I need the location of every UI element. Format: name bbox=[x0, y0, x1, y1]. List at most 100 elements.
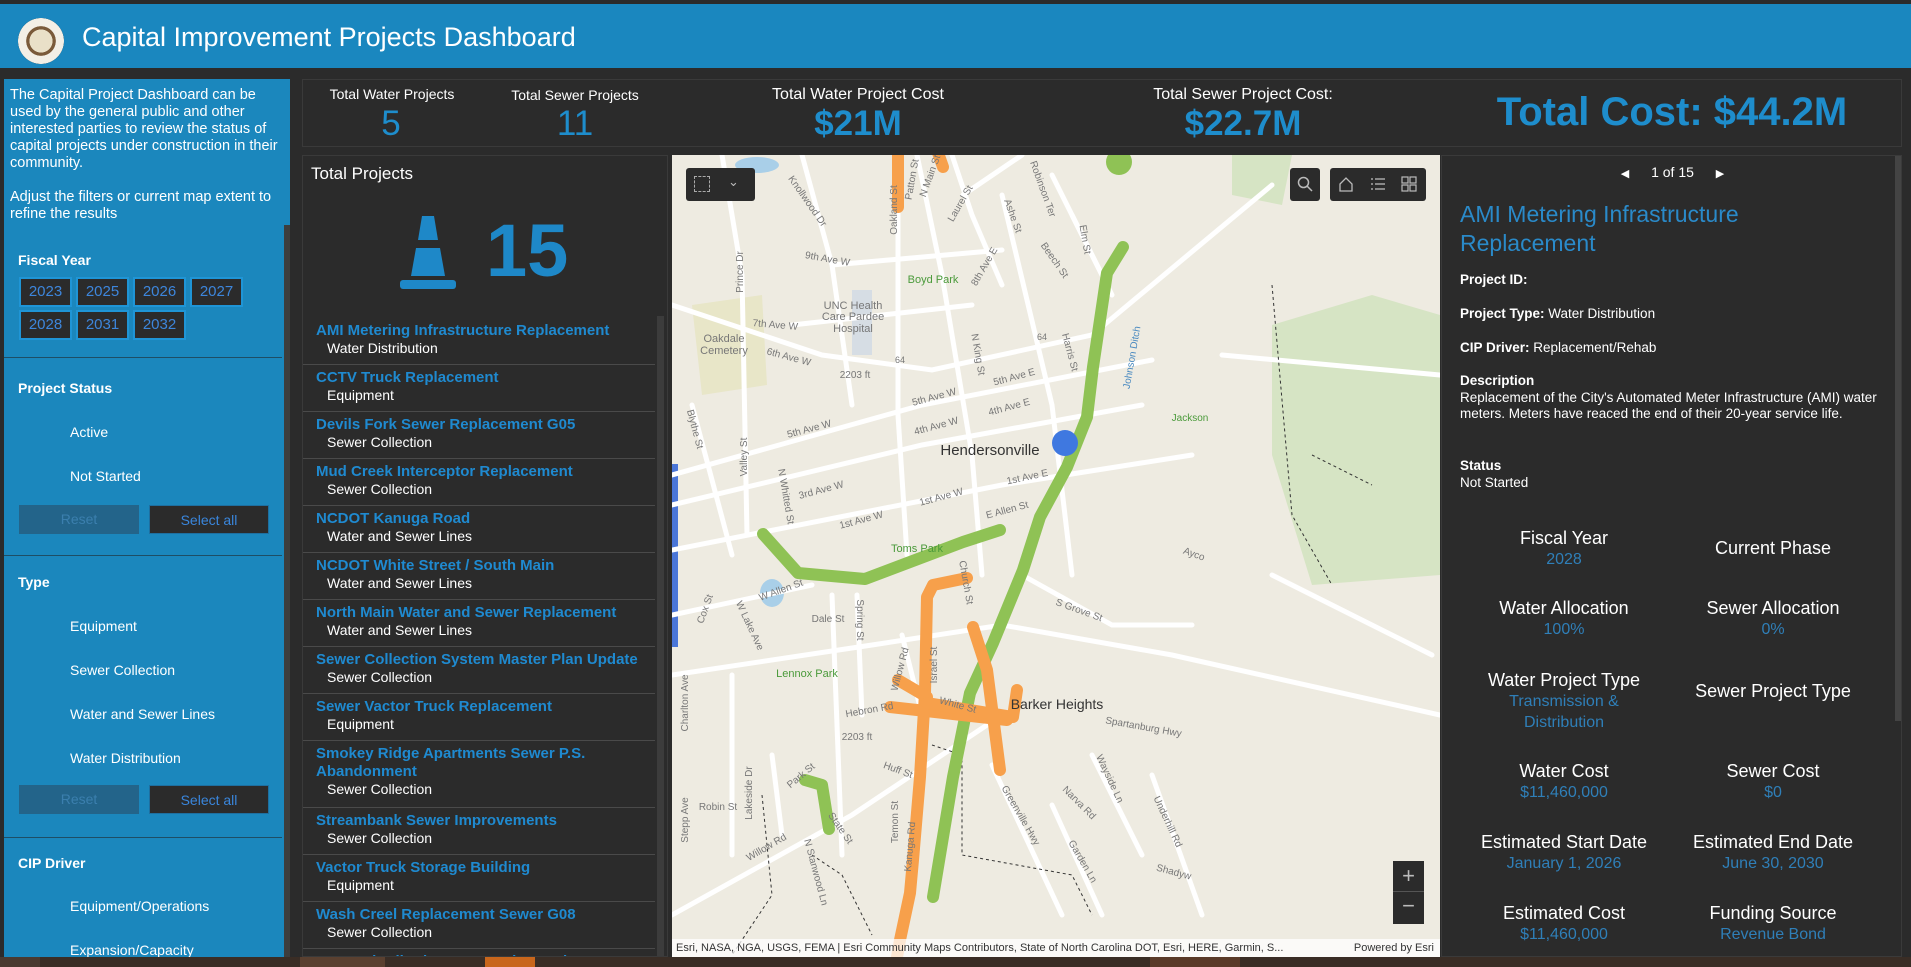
project-list-panel: Total Projects 15 AMI Metering Infrastru… bbox=[302, 155, 668, 957]
project-list-item[interactable]: CCTV Truck Replacement Equipment bbox=[303, 365, 655, 412]
fiscal-year-2023[interactable]: 2023 bbox=[19, 277, 72, 307]
map-label: Hendersonville bbox=[940, 442, 1039, 459]
status-option-active[interactable]: Active bbox=[70, 424, 108, 440]
map-label: Valley St bbox=[739, 437, 750, 476]
project-type: Sewer Collection bbox=[327, 481, 433, 497]
project-list-item[interactable]: North Main Water and Sewer Replacement Wa… bbox=[303, 600, 655, 647]
status-reset-button[interactable]: Reset bbox=[19, 505, 139, 534]
fiscal-year-2027[interactable]: 2027 bbox=[190, 277, 243, 307]
project-type-field: Project Type: Water Distribution bbox=[1460, 306, 1890, 323]
lake bbox=[672, 464, 678, 647]
project-name: Sewer Vactor Truck Replacement bbox=[316, 698, 552, 715]
status-select-all-button[interactable]: Select all bbox=[149, 505, 269, 534]
list-scrollbar[interactable] bbox=[657, 316, 664, 956]
field-label: Fiscal Year bbox=[1519, 528, 1609, 548]
fiscal-year-2026[interactable]: 2026 bbox=[133, 277, 186, 307]
map-label: Toms Park bbox=[891, 543, 943, 555]
project-list-item[interactable]: AMI Metering Infrastructure Replacement W… bbox=[303, 318, 655, 365]
map-label: Oakland St bbox=[889, 185, 900, 235]
zoom-out-button[interactable]: − bbox=[1393, 892, 1424, 923]
detail-scrollbar[interactable] bbox=[1895, 156, 1901, 721]
chevron-down-icon[interactable]: ⌄ bbox=[728, 174, 739, 190]
sidebar-scrollbar[interactable] bbox=[284, 225, 290, 957]
field-label: Estimated Cost bbox=[1502, 903, 1626, 923]
fiscal-year-2025[interactable]: 2025 bbox=[76, 277, 129, 307]
map-label: Temon St bbox=[890, 801, 901, 843]
status-label: Status bbox=[1460, 458, 1502, 473]
status-value: Not Started bbox=[1460, 474, 1529, 490]
cip-driver-field: CIP Driver: Replacement/Rehab bbox=[1460, 340, 1890, 357]
field-label: Estimated End Date bbox=[1692, 832, 1854, 852]
status-field: Status Not Started bbox=[1460, 458, 1890, 491]
project-list-item[interactable]: Smokey Ridge Apartments Sewer P.S. Aband… bbox=[303, 741, 655, 808]
zoom-in-button[interactable]: + bbox=[1393, 861, 1424, 892]
fiscal-year-2031[interactable]: 2031 bbox=[76, 310, 129, 340]
project-name: Vactor Truck Storage Building bbox=[316, 859, 531, 876]
select-tool-widget[interactable]: ⌄ bbox=[686, 168, 755, 201]
water-projects-value: 5 bbox=[381, 104, 401, 143]
project-type: Equipment bbox=[327, 877, 394, 893]
map-label: Barker Heights bbox=[1011, 696, 1104, 712]
zoom-controls: + − bbox=[1393, 861, 1424, 924]
project-list-item[interactable]: Sewer Vactor Truck Replacement Equipment bbox=[303, 694, 655, 741]
project-list-item[interactable]: Water Distribution Master Plan Update bbox=[303, 949, 655, 956]
project-list-item[interactable]: Wash Creel Replacement Sewer G08 Sewer Co… bbox=[303, 902, 655, 949]
app-header: Capital Improvement Projects Dashboard bbox=[0, 4, 1911, 68]
project-list-item[interactable]: Streambank Sewer Improvements Sewer Colle… bbox=[303, 808, 655, 855]
project-name: Sewer Collection System Master Plan Upda… bbox=[316, 651, 638, 668]
project-list-item[interactable]: NCDOT Kanuga Road Water and Sewer Lines bbox=[303, 506, 655, 553]
fiscal-year-2028[interactable]: 2028 bbox=[19, 310, 72, 340]
description-label: Description bbox=[1460, 373, 1535, 388]
map-label: Boyd Park bbox=[908, 274, 959, 286]
project-list-item[interactable]: NCDOT White Street / South Main Water and… bbox=[303, 553, 655, 600]
project-list-item[interactable]: Sewer Collection System Master Plan Upda… bbox=[303, 647, 655, 694]
map-view[interactable]: Hendersonville Barker Heights Boyd Park Tom… bbox=[672, 155, 1440, 957]
map-label: Prince Dr bbox=[735, 250, 746, 292]
cip-driver-label: CIP Driver: bbox=[1460, 340, 1530, 355]
type-option-equipment[interactable]: Equipment bbox=[70, 618, 137, 634]
basemap[interactable]: Hendersonville Barker Heights Boyd Park Tom… bbox=[672, 155, 1440, 957]
type-option-sewer-collection[interactable]: Sewer Collection bbox=[70, 662, 175, 678]
attribution-text: Esri, NASA, NGA, USGS, FEMA | Esri Commu… bbox=[676, 942, 1284, 954]
field-label: Sewer Allocation bbox=[1706, 598, 1840, 618]
fiscal-year-2032[interactable]: 2032 bbox=[133, 310, 186, 340]
project-type: Equipment bbox=[327, 387, 394, 403]
divider bbox=[4, 555, 282, 556]
map-label: Robin St bbox=[699, 802, 738, 813]
city-seal-logo bbox=[18, 18, 64, 64]
legend-list-icon[interactable] bbox=[1370, 176, 1386, 192]
status-option-not-started[interactable]: Not Started bbox=[70, 468, 141, 484]
cip-option-expansion-capacity[interactable]: Expansion/Capacity bbox=[70, 942, 194, 957]
search-button[interactable] bbox=[1290, 168, 1320, 201]
type-option-water-distribution[interactable]: Water Distribution bbox=[70, 750, 181, 766]
project-name: NCDOT White Street / South Main bbox=[316, 557, 555, 574]
map-label: 2203 ft bbox=[842, 732, 873, 743]
project-list-item[interactable]: Vactor Truck Storage Building Equipment bbox=[303, 855, 655, 902]
intro-hint: Adjust the filters or current map extent… bbox=[10, 189, 272, 222]
type-select-all-button[interactable]: Select all bbox=[149, 785, 269, 814]
sewer-cost-label: Total Sewer Project Cost: bbox=[1153, 86, 1333, 103]
select-icon[interactable] bbox=[694, 176, 710, 192]
basemap-gallery-icon[interactable] bbox=[1401, 176, 1417, 192]
map-label: Hospital bbox=[833, 323, 873, 335]
map-label: 64 bbox=[1037, 332, 1047, 342]
home-icon[interactable] bbox=[1338, 176, 1354, 192]
sewer-projects-value: 11 bbox=[556, 104, 594, 143]
map-label: Israel St bbox=[929, 646, 940, 683]
next-arrow-icon[interactable]: ▶ bbox=[1716, 168, 1724, 180]
map-label: Dale St bbox=[812, 614, 845, 625]
taskbar-strip bbox=[0, 957, 1911, 967]
divider bbox=[4, 357, 282, 358]
type-option-water-sewer-lines[interactable]: Water and Sewer Lines bbox=[70, 706, 215, 722]
project-name: Streambank Sewer Improvements bbox=[316, 812, 557, 829]
map-attribution: Esri, NASA, NGA, USGS, FEMA | Esri Commu… bbox=[672, 939, 1440, 957]
cip-option-equipment-operations[interactable]: Equipment/Operations bbox=[70, 898, 209, 914]
previous-arrow-icon[interactable]: ◀ bbox=[1621, 168, 1629, 180]
project-list-item[interactable]: Mud Creek Interceptor Replacement Sewer C… bbox=[303, 459, 655, 506]
project-type: Sewer Collection bbox=[327, 781, 433, 797]
project-point bbox=[1052, 430, 1078, 456]
powered-by-esri[interactable]: Powered by Esri bbox=[1354, 939, 1434, 957]
type-reset-button[interactable]: Reset bbox=[19, 785, 139, 814]
type-heading: Type bbox=[18, 574, 50, 590]
project-list-item[interactable]: Devils Fork Sewer Replacement G05 Sewer C… bbox=[303, 412, 655, 459]
